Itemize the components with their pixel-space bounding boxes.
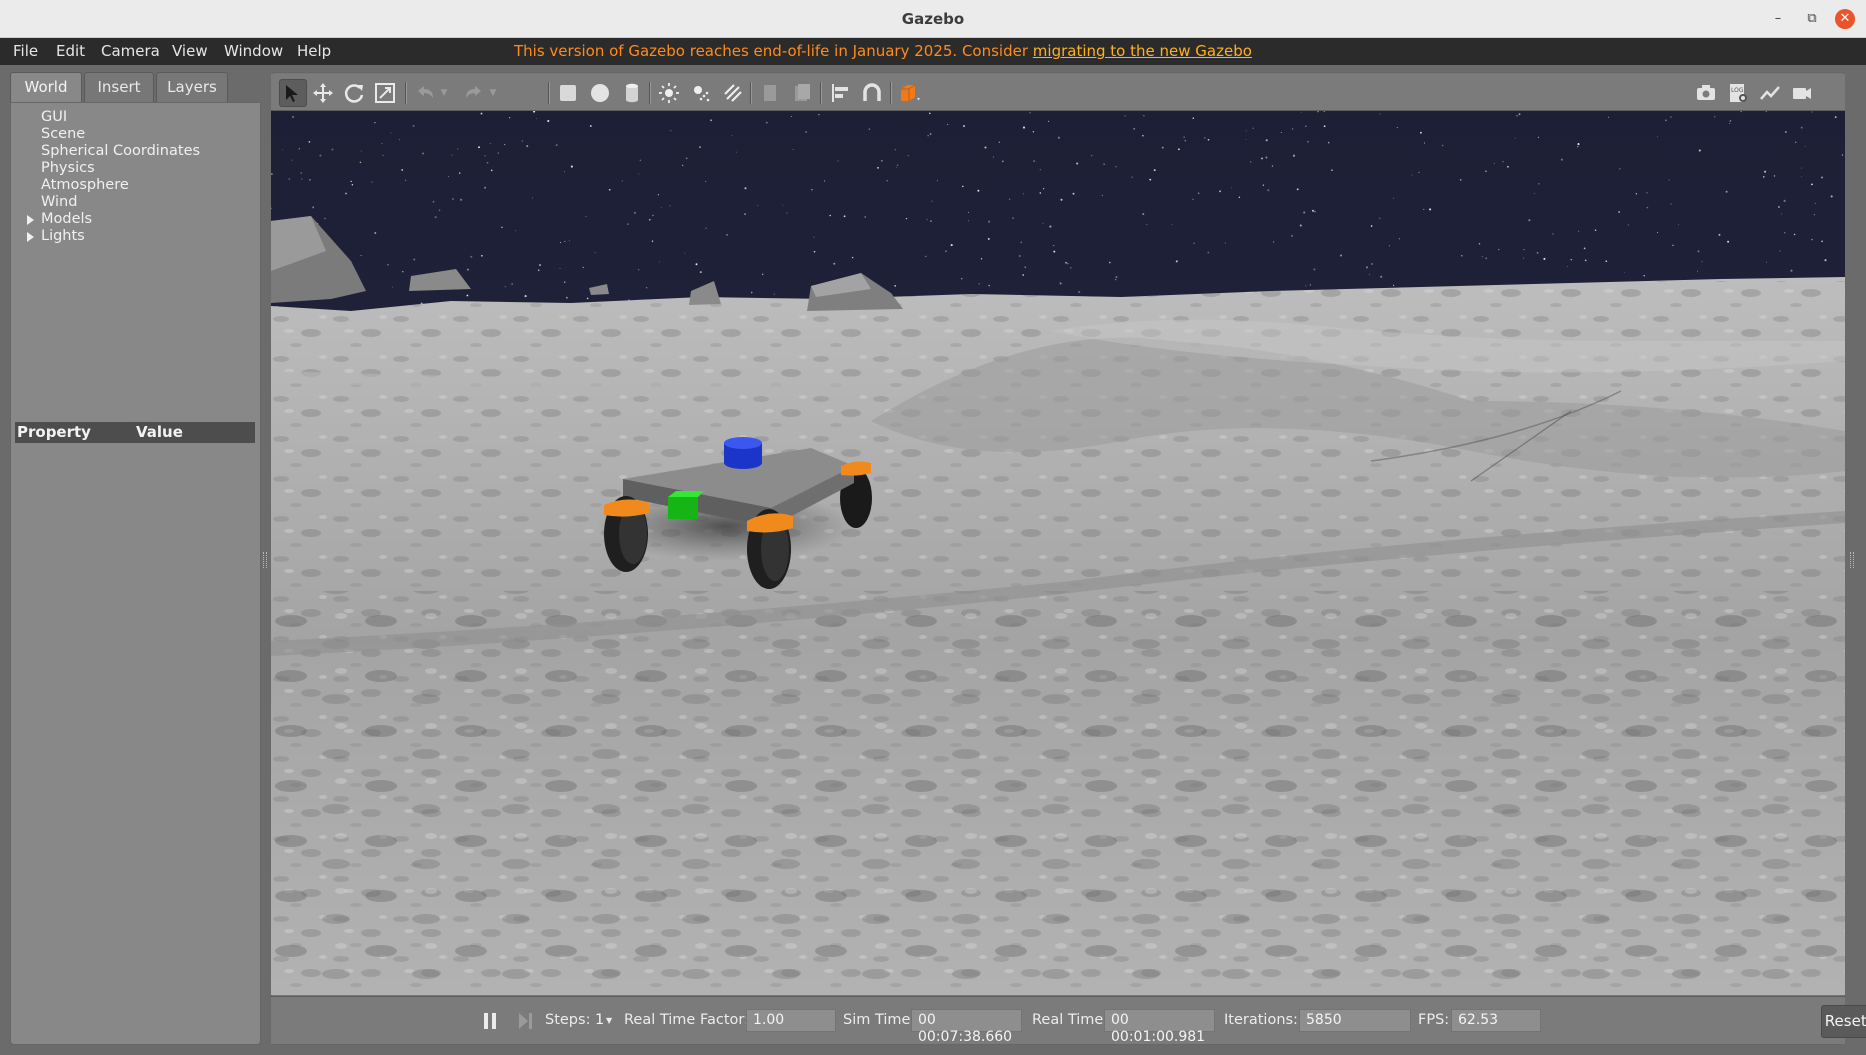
minimize-icon[interactable]: – [1768, 9, 1788, 29]
scene-render [271, 111, 1845, 995]
pause-icon[interactable] [482, 1012, 498, 1034]
eol-notice: This version of Gazebo reaches end-of-li… [514, 42, 1252, 60]
iterations-value: 5850 [1299, 1009, 1411, 1032]
tree-item-gui[interactable]: GUI [41, 109, 67, 125]
toolbar-separator [750, 82, 752, 104]
status-bar: Steps: 1 ▼ Real Time Factor: 1.00 Sim Ti… [271, 996, 1866, 1045]
select-icon[interactable] [279, 79, 307, 107]
record-video-icon[interactable] [1788, 79, 1816, 107]
sphere-icon[interactable] [586, 79, 614, 107]
value-column-header: Value [136, 423, 183, 441]
redo-dropdown-icon[interactable]: ▼ [486, 79, 500, 107]
tree-item-wind[interactable]: Wind [41, 194, 77, 210]
sim-time-label: Sim Time: [843, 1012, 916, 1028]
scene-viewport[interactable] [271, 111, 1845, 995]
property-header: Property Value [15, 422, 255, 443]
point-light-icon[interactable] [655, 79, 683, 107]
real-time-label: Real Time: [1032, 1012, 1109, 1028]
redo-icon[interactable] [460, 79, 488, 107]
property-column-header: Property [17, 423, 91, 441]
tab-world[interactable]: World [10, 72, 82, 102]
window-title: Gazebo [901, 10, 965, 28]
steps-label: Steps: [545, 1012, 591, 1028]
screenshot-icon[interactable] [1692, 79, 1720, 107]
tree-item-physics[interactable]: Physics [41, 160, 95, 176]
tree-item-spherical-coordinates[interactable]: Spherical Coordinates [41, 143, 200, 159]
maximize-icon[interactable]: ⧉ [1802, 9, 1822, 29]
tree-item-models[interactable]: Models [41, 211, 92, 227]
tree-item-scene[interactable]: Scene [41, 126, 85, 142]
world-panel: GUI Scene Spherical Coordinates Physics … [10, 102, 261, 1045]
menu-bar: File Edit Camera View Window Help This v… [0, 38, 1866, 65]
step-icon[interactable] [517, 1012, 533, 1034]
gazebo-window: Gazebo – ⧉ ✕ File Edit Camera View Windo… [0, 0, 1866, 1055]
steps-dropdown-icon[interactable]: ▼ [606, 1016, 612, 1025]
steps-value[interactable]: 1 [595, 1012, 604, 1028]
plot-icon[interactable] [1756, 79, 1784, 107]
title-bar: Gazebo – ⧉ ✕ [0, 0, 1866, 38]
rotate-icon[interactable] [340, 79, 368, 107]
left-panel: World Insert Layers GUI Scene Spherical … [10, 72, 261, 1045]
left-panel-tabs: World Insert Layers [10, 72, 261, 102]
close-icon[interactable]: ✕ [1835, 9, 1855, 29]
menu-help[interactable]: Help [297, 42, 331, 60]
translate-icon[interactable] [309, 79, 337, 107]
tab-layers[interactable]: Layers [156, 72, 228, 102]
toolbar-separator [548, 82, 550, 104]
log-icon[interactable]: LOG [1724, 79, 1752, 107]
copy-icon[interactable] [756, 79, 784, 107]
snap-icon[interactable] [858, 79, 886, 107]
menu-file[interactable]: File [13, 42, 38, 60]
fps-label: FPS: [1418, 1012, 1450, 1028]
cylinder-icon[interactable] [618, 79, 646, 107]
expand-arrow-icon[interactable] [27, 232, 34, 242]
scale-icon[interactable] [371, 79, 399, 107]
rtf-value: 1.00 [746, 1009, 836, 1032]
tree-item-atmosphere[interactable]: Atmosphere [41, 177, 129, 193]
toolbar-separator [820, 82, 822, 104]
menu-edit[interactable]: Edit [56, 42, 85, 60]
right-splitter-handle[interactable] [1850, 552, 1854, 568]
align-icon[interactable] [826, 79, 854, 107]
menu-window[interactable]: Window [224, 42, 283, 60]
rtf-label: Real Time Factor: [624, 1012, 749, 1028]
paste-icon[interactable] [788, 79, 816, 107]
toolbar-separator [405, 82, 407, 104]
view-angle-icon[interactable] [896, 79, 924, 107]
directional-light-icon[interactable] [719, 79, 747, 107]
menu-camera[interactable]: Camera [101, 42, 160, 60]
toolbar-separator [890, 82, 892, 104]
toolbar: ▼ ▼ LOG [271, 74, 1845, 111]
tab-insert[interactable]: Insert [84, 72, 154, 102]
sim-time-value: 00 00:07:38.660 [911, 1009, 1022, 1045]
iterations-label: Iterations: [1224, 1012, 1298, 1028]
left-splitter-handle[interactable] [263, 552, 267, 568]
svg-text:LOG: LOG [1731, 87, 1744, 94]
expand-arrow-icon[interactable] [27, 215, 34, 225]
real-time-value: 00 00:01:00.981 [1104, 1009, 1215, 1045]
spot-light-icon[interactable] [687, 79, 715, 107]
eol-text: This version of Gazebo reaches end-of-li… [514, 42, 1033, 60]
tree-item-lights[interactable]: Lights [41, 228, 85, 244]
fps-value: 62.53 [1451, 1009, 1541, 1032]
toolbar-separator [649, 82, 651, 104]
reset-time-button[interactable]: Reset Time [1821, 1005, 1866, 1038]
undo-dropdown-icon[interactable]: ▼ [437, 79, 451, 107]
eol-migration-link[interactable]: migrating to the new Gazebo [1033, 42, 1252, 60]
undo-icon[interactable] [411, 79, 439, 107]
box-icon[interactable] [554, 79, 582, 107]
menu-view[interactable]: View [172, 42, 208, 60]
